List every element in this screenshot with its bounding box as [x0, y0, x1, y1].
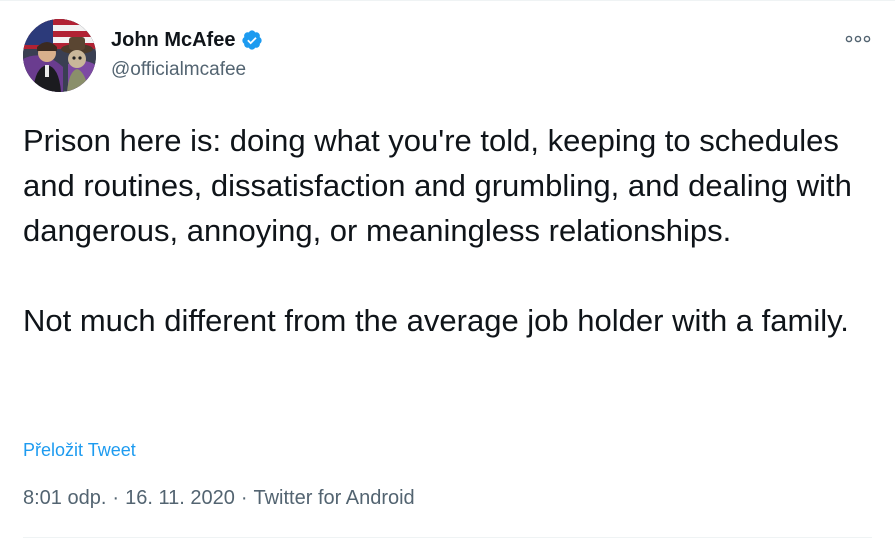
- tweet-metadata: 8:01 odp. · 16. 11. 2020 · Twitter for Andro…: [23, 487, 415, 510]
- tweet-date[interactable]: 16. 11. 2020: [125, 487, 235, 510]
- meta-separator: ·: [112, 487, 120, 509]
- avatar[interactable]: [23, 19, 96, 92]
- tweet-card: John McAfee @officialmcafee Prison here …: [0, 0, 895, 541]
- author-name-row[interactable]: John McAfee: [111, 28, 263, 52]
- meta-separator: ·: [240, 487, 248, 509]
- avatar-image: [23, 19, 96, 92]
- tweet-time[interactable]: 8:01 odp.: [23, 487, 106, 510]
- tweet-text: Prison here is: doing what you're told, …: [23, 118, 873, 343]
- author-display-name[interactable]: John McAfee: [111, 29, 235, 52]
- author-handle[interactable]: @officialmcafee: [111, 59, 246, 81]
- verified-badge-icon: [241, 29, 263, 51]
- more-options-button[interactable]: [841, 29, 875, 49]
- more-horizontal-icon: [845, 35, 871, 43]
- divider: [23, 537, 872, 538]
- translate-tweet-link[interactable]: Přeložit Tweet: [23, 440, 136, 461]
- tweet-paragraph: Not much different from the average job …: [23, 303, 849, 338]
- tweet-paragraph: Prison here is: doing what you're told, …: [23, 123, 861, 248]
- tweet-source[interactable]: Twitter for Android: [254, 487, 415, 510]
